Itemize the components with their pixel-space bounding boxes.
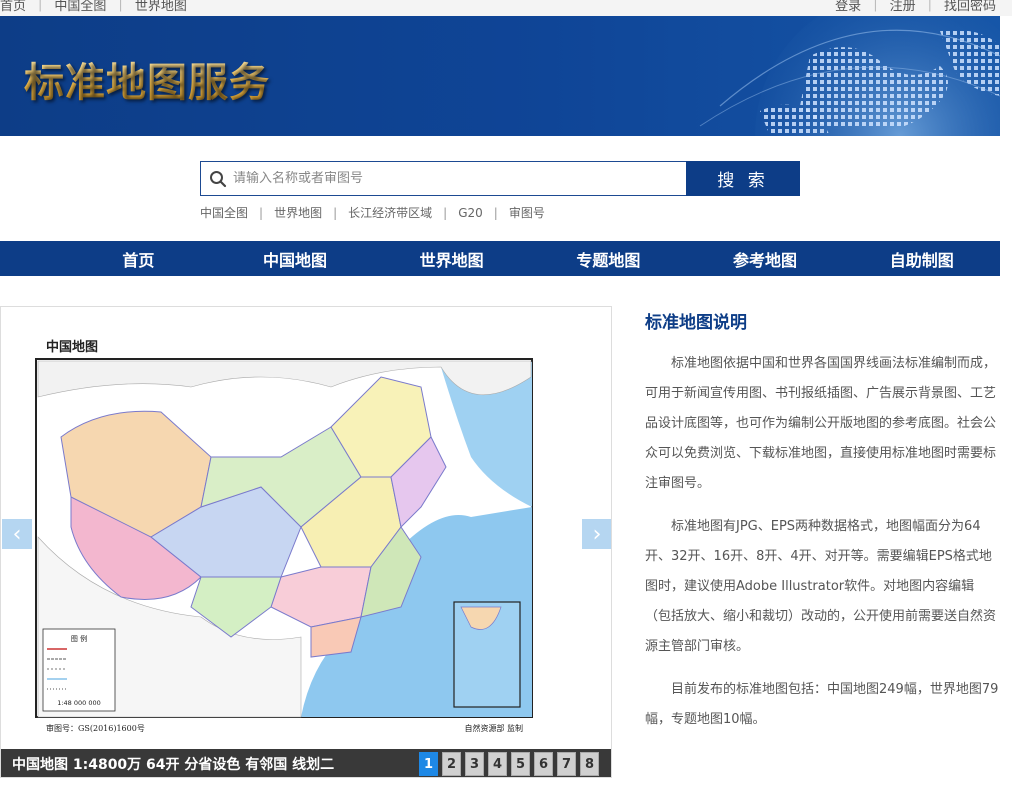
separator: |: [493, 205, 498, 220]
site-banner: 标准地图服务: [0, 16, 1000, 136]
separator: |: [333, 205, 338, 220]
nav-item-world-map[interactable]: 世界地图: [373, 241, 530, 276]
nav-item-china-map[interactable]: 中国地图: [217, 241, 374, 276]
top-left-links: 首页 | 中国全图 | 世界地图: [0, 0, 187, 14]
quick-links: 中国全图 | 世界地图 | 长江经济带区域 | G20 | 审图号: [200, 204, 545, 221]
legend-title: 图 例: [71, 634, 87, 643]
map-slider: 中国地图 图 例 1:48 000 000 审图号：GS(2016)1600号 …: [0, 306, 612, 778]
legend-scale: 1:48 000 000: [57, 699, 101, 707]
nav-item-home[interactable]: 首页: [60, 241, 217, 276]
login-link[interactable]: 登录: [835, 0, 861, 14]
page-button-8[interactable]: 8: [580, 752, 599, 776]
map-approval-number: 审图号：GS(2016)1600号: [46, 723, 145, 733]
top-right-links: 登录 | 注册 | 找回密码: [835, 0, 996, 14]
main-nav: 首页 中国地图 世界地图 专题地图 参考地图 自助制图: [0, 241, 1000, 276]
page-button-5[interactable]: 5: [511, 752, 530, 776]
nav-item-reference-map[interactable]: 参考地图: [687, 241, 844, 276]
quick-link-world[interactable]: 世界地图: [274, 204, 322, 221]
nav-item-custom-map[interactable]: 自助制图: [843, 241, 1000, 276]
recover-password-link[interactable]: 找回密码: [944, 0, 996, 14]
description-panel: 标准地图说明 标准地图依据中国和世界各国国界线画法标准编制而成，可用于新闻宣传用…: [645, 308, 1000, 748]
slider-prev-arrow[interactable]: ‹: [2, 519, 32, 549]
top-link-world-map[interactable]: 世界地图: [135, 0, 187, 14]
separator: |: [927, 0, 932, 12]
slider-pager: 1 2 3 4 5 6 7 8: [419, 752, 599, 776]
separator: |: [873, 0, 878, 12]
site-title: 标准地图服务: [24, 50, 270, 108]
top-link-home[interactable]: 首页: [0, 0, 26, 14]
page-button-6[interactable]: 6: [534, 752, 553, 776]
search-button[interactable]: 搜 索: [686, 161, 800, 196]
map-supervisor: 自然资源部 监制: [464, 723, 523, 733]
quick-link-yangtze[interactable]: 长江经济带区域: [348, 204, 432, 221]
description-paragraph: 标准地图依据中国和世界各国国界线画法标准编制而成，可用于新闻宣传用图、书刊报纸插…: [645, 356, 997, 491]
separator: |: [443, 205, 448, 220]
quick-link-approval[interactable]: 审图号: [509, 204, 545, 221]
quick-link-china[interactable]: 中国全图: [200, 204, 248, 221]
page-button-7[interactable]: 7: [557, 752, 576, 776]
page-button-3[interactable]: 3: [465, 752, 484, 776]
page-button-4[interactable]: 4: [488, 752, 507, 776]
separator: |: [118, 0, 123, 12]
register-link[interactable]: 注册: [890, 0, 916, 14]
search-bar: 搜 索: [200, 161, 800, 196]
separator: |: [259, 205, 264, 220]
search-input[interactable]: [233, 171, 673, 186]
slider-next-arrow[interactable]: ›: [582, 519, 611, 549]
description-paragraph: 目前发布的标准地图包括：中国地图249幅，世界地图79幅，专题地图10幅。: [645, 682, 999, 727]
search-icon: [210, 170, 227, 187]
description-title: 标准地图说明: [645, 313, 747, 333]
search-box: [200, 161, 686, 196]
china-map-image[interactable]: 中国地图 图 例 1:48 000 000 审图号：GS(2016)1600号 …: [1, 307, 612, 749]
nav-item-thematic-map[interactable]: 专题地图: [530, 241, 687, 276]
map-title: 中国地图: [46, 339, 98, 355]
separator: |: [38, 0, 43, 12]
page-button-1[interactable]: 1: [419, 752, 438, 776]
quick-link-g20[interactable]: G20: [458, 206, 483, 220]
description-paragraph: 标准地图有JPG、EPS两种数据格式，地图幅面分为64开、32开、16开、8开、…: [645, 519, 997, 654]
page-button-2[interactable]: 2: [442, 752, 461, 776]
top-link-china-map[interactable]: 中国全图: [54, 0, 106, 14]
top-utility-bar: 首页 | 中国全图 | 世界地图 登录 | 注册 | 找回密码: [0, 0, 1012, 16]
